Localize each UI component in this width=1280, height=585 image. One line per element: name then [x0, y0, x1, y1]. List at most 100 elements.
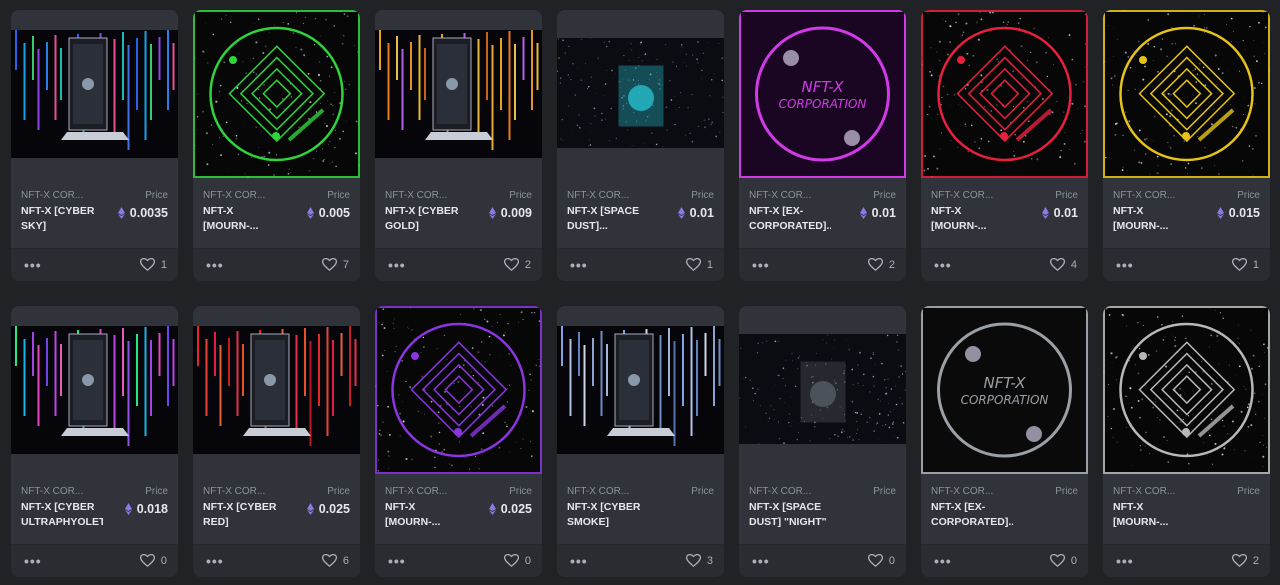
- more-options-icon[interactable]: •••: [24, 553, 42, 569]
- price-label: Price: [873, 190, 896, 201]
- more-options-icon[interactable]: •••: [388, 257, 406, 273]
- collection-name[interactable]: NFT-X COR...: [203, 190, 283, 201]
- nft-image[interactable]: [11, 306, 178, 474]
- more-options-icon[interactable]: •••: [570, 553, 588, 569]
- nft-image[interactable]: [557, 10, 724, 178]
- nft-image[interactable]: [11, 10, 178, 178]
- heart-icon: [139, 258, 155, 271]
- price-label: Price: [509, 486, 532, 497]
- heart-icon: [1231, 258, 1247, 271]
- collection-name[interactable]: NFT-X COR...: [385, 190, 465, 201]
- nft-artwork: [557, 37, 724, 148]
- price-amount: 0.009: [500, 206, 532, 220]
- heart-icon: [685, 554, 701, 567]
- price-amount: 0.018: [136, 502, 168, 516]
- nft-card[interactable]: NFT-X CORPORATION NFT-X COR... NFT-X [EX-CO…: [739, 10, 906, 281]
- svg-text:CORPORATION: CORPORATION: [779, 97, 867, 111]
- nft-card[interactable]: NFT-X COR... NFT-X [CYBER SKY] Price 0.0035…: [11, 10, 178, 281]
- nft-name[interactable]: NFT-X [MOURN-...: [203, 204, 285, 234]
- nft-name[interactable]: NFT-X [EX-CORPORATED]...: [931, 500, 1013, 530]
- nft-image[interactable]: [193, 306, 360, 474]
- collection-name[interactable]: NFT-X COR...: [749, 486, 829, 497]
- collection-name[interactable]: NFT-X COR...: [1113, 486, 1193, 497]
- nft-image[interactable]: [921, 10, 1088, 178]
- nft-name[interactable]: NFT-X [SPACE DUST] "NIGHT": [749, 500, 831, 530]
- nft-name[interactable]: NFT-X [MOURN-...: [931, 204, 1013, 234]
- like-button[interactable]: 0: [867, 554, 895, 567]
- collection-name[interactable]: NFT-X COR...: [567, 190, 647, 201]
- more-options-icon[interactable]: •••: [752, 257, 770, 273]
- more-options-icon[interactable]: •••: [1116, 257, 1134, 273]
- nft-name[interactable]: NFT-X [MOURN-...: [1113, 500, 1195, 530]
- more-options-icon[interactable]: •••: [24, 257, 42, 273]
- nft-name[interactable]: NFT-X [MOURN-...: [385, 500, 467, 530]
- nft-card[interactable]: NFT-X COR... NFT-X [MOURN-... Price 0.01 •••…: [921, 10, 1088, 281]
- more-options-icon[interactable]: •••: [388, 553, 406, 569]
- card-footer: ••• 0: [921, 544, 1088, 577]
- nft-image[interactable]: [193, 10, 360, 178]
- collection-name[interactable]: NFT-X COR...: [749, 190, 829, 201]
- nft-card[interactable]: NFT-X COR... NFT-X [CYBER ULTRAPHYOLET] Pr…: [11, 306, 178, 577]
- nft-name[interactable]: NFT-X [CYBER SKY]: [21, 204, 103, 234]
- nft-image[interactable]: [375, 10, 542, 178]
- like-button[interactable]: 2: [867, 258, 895, 271]
- nft-name[interactable]: NFT-X [SPACE DUST]...: [567, 204, 649, 234]
- collection-name[interactable]: NFT-X COR...: [203, 486, 283, 497]
- like-button[interactable]: 6: [321, 554, 349, 567]
- nft-image[interactable]: [557, 306, 724, 474]
- nft-name[interactable]: NFT-X [EX-CORPORATED]...: [749, 204, 831, 234]
- more-options-icon[interactable]: •••: [934, 553, 952, 569]
- nft-image[interactable]: [739, 306, 906, 474]
- nft-card[interactable]: NFT-X COR... NFT-X [MOURN-... Price 0.015 ••…: [1103, 10, 1270, 281]
- like-button[interactable]: 0: [139, 554, 167, 567]
- collection-name[interactable]: NFT-X COR...: [931, 486, 1011, 497]
- nft-info: NFT-X COR... NFT-X [MOURN-... Price: [1103, 474, 1270, 544]
- nft-name[interactable]: NFT-X [CYBER GOLD]: [385, 204, 467, 234]
- nft-image[interactable]: [1103, 306, 1270, 474]
- nft-card[interactable]: NFT-X COR... NFT-X [CYBER RED] Price 0.025 •…: [193, 306, 360, 577]
- collection-name[interactable]: NFT-X COR...: [1113, 190, 1193, 201]
- like-button[interactable]: 0: [503, 554, 531, 567]
- nft-card[interactable]: NFT-X COR... NFT-X [SPACE DUST]... Price 0.…: [557, 10, 724, 281]
- like-button[interactable]: 1: [139, 258, 167, 271]
- like-button[interactable]: 7: [321, 258, 349, 271]
- nft-name[interactable]: NFT-X [CYBER ULTRAPHYOLET]: [21, 500, 103, 530]
- nft-name[interactable]: NFT-X [CYBER RED]: [203, 500, 285, 530]
- more-options-icon[interactable]: •••: [1116, 553, 1134, 569]
- nft-image[interactable]: [1103, 10, 1270, 178]
- nft-card[interactable]: NFT-X CORPORATION NFT-X COR... NFT-X [EX-CO…: [921, 306, 1088, 577]
- more-options-icon[interactable]: •••: [206, 257, 224, 273]
- collection-name[interactable]: NFT-X COR...: [385, 486, 465, 497]
- collection-name[interactable]: NFT-X COR...: [931, 190, 1011, 201]
- like-button[interactable]: 2: [503, 258, 531, 271]
- collection-name[interactable]: NFT-X COR...: [567, 486, 647, 497]
- nft-image[interactable]: NFT-X CORPORATION: [739, 10, 906, 178]
- collection-name[interactable]: NFT-X COR...: [21, 190, 101, 201]
- nft-image[interactable]: [375, 306, 542, 474]
- like-button[interactable]: 2: [1231, 554, 1259, 567]
- collection-name[interactable]: NFT-X COR...: [21, 486, 101, 497]
- like-button[interactable]: 1: [685, 258, 713, 271]
- nft-card[interactable]: NFT-X COR... NFT-X [CYBER SMOKE] Price ••• 3: [557, 306, 724, 577]
- like-button[interactable]: 4: [1049, 258, 1077, 271]
- more-options-icon[interactable]: •••: [934, 257, 952, 273]
- like-button[interactable]: 3: [685, 554, 713, 567]
- nft-info: NFT-X COR... NFT-X [EX-CORPORATED]... Pric…: [739, 178, 906, 248]
- nft-info: NFT-X COR... NFT-X [SPACE DUST] "NIGHT" Pr…: [739, 474, 906, 544]
- price-label: Price: [873, 486, 896, 497]
- like-button[interactable]: 0: [1049, 554, 1077, 567]
- like-button[interactable]: 1: [1231, 258, 1259, 271]
- nft-card[interactable]: NFT-X COR... NFT-X [CYBER GOLD] Price 0.009…: [375, 10, 542, 281]
- price-label: Price: [691, 190, 714, 201]
- more-options-icon[interactable]: •••: [206, 553, 224, 569]
- nft-name[interactable]: NFT-X [MOURN-...: [1113, 204, 1195, 234]
- more-options-icon[interactable]: •••: [570, 257, 588, 273]
- nft-card[interactable]: NFT-X COR... NFT-X [MOURN-... Price 0.005 ••…: [193, 10, 360, 281]
- nft-card[interactable]: NFT-X COR... NFT-X [SPACE DUST] "NIGHT" Pr…: [739, 306, 906, 577]
- more-options-icon[interactable]: •••: [752, 553, 770, 569]
- nft-name[interactable]: NFT-X [CYBER SMOKE]: [567, 500, 649, 530]
- nft-artwork: [375, 306, 542, 474]
- nft-card[interactable]: NFT-X COR... NFT-X [MOURN-... Price 0.025 ••…: [375, 306, 542, 577]
- nft-image[interactable]: NFT-X CORPORATION: [921, 306, 1088, 474]
- nft-card[interactable]: NFT-X COR... NFT-X [MOURN-... Price ••• 2: [1103, 306, 1270, 577]
